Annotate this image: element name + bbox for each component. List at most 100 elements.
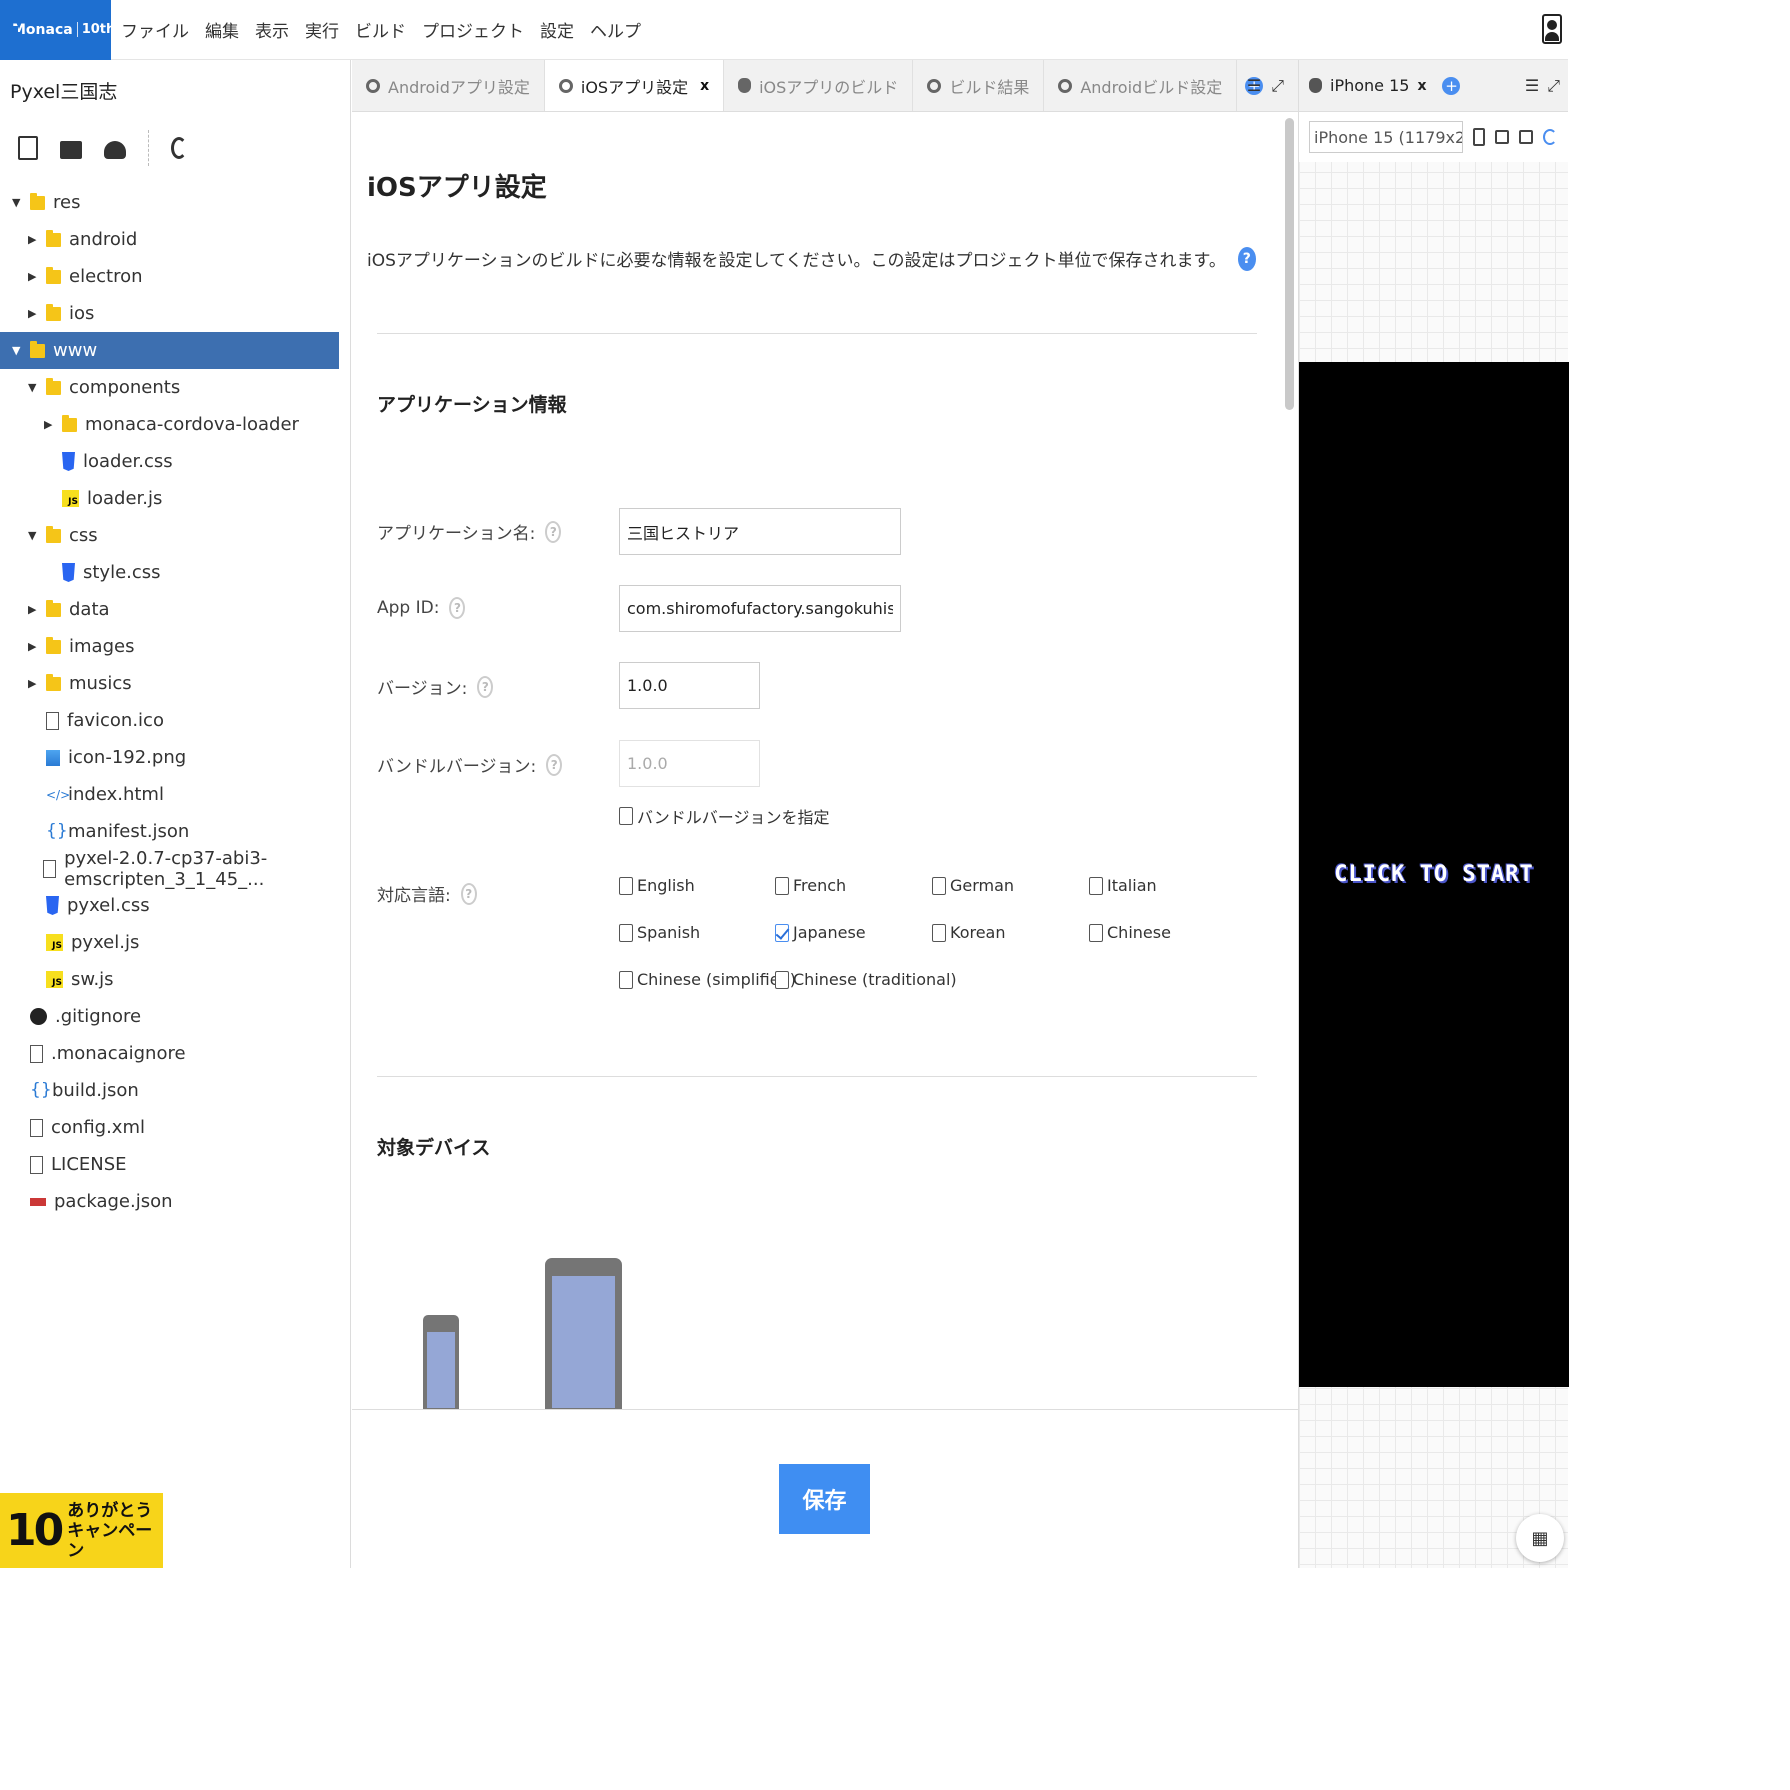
user-icon[interactable] [1542,14,1562,44]
tree-item[interactable]: ▶ electron [0,258,350,295]
editor-tab[interactable]: Androidビルド設定 [1044,60,1238,111]
checkbox-box[interactable] [1089,876,1103,895]
language-checkbox[interactable]: Chinese [1089,923,1171,942]
upload-icon[interactable] [104,141,126,159]
tree-item[interactable]: ▶ musics [0,665,350,702]
help-icon[interactable]: ? [546,753,563,776]
tree-item[interactable]: .gitignore [0,998,350,1035]
menu-item[interactable]: ビルド [355,17,406,42]
caret-right-icon[interactable]: ▶ [28,307,38,320]
menu-item[interactable]: プロジェクト [422,17,524,42]
checkbox-box[interactable] [619,970,633,989]
caret-down-icon[interactable]: ▼ [28,529,38,542]
tree-item[interactable]: </> index.html [0,776,350,813]
tree-item[interactable]: ▼ res [0,184,350,221]
tree-item[interactable]: ▼ components [0,369,350,406]
bundle-version-checkbox[interactable]: バンドルバージョンを指定 [619,804,829,828]
menu-item[interactable]: ファイル [121,17,189,42]
new-folder-icon[interactable] [60,141,82,159]
ipad-device-icon[interactable] [545,1258,622,1409]
caret-right-icon[interactable]: ▶ [44,418,54,431]
menu-item[interactable]: ヘルプ [590,17,641,42]
close-icon[interactable]: x [700,78,709,94]
language-checkbox[interactable]: French [775,876,846,895]
preview-screen[interactable]: CLICK TO START [1299,362,1569,1387]
menu-item[interactable]: 編集 [205,17,239,42]
checkbox-box[interactable] [932,923,946,942]
menu-item[interactable]: 設定 [540,17,574,42]
language-checkbox[interactable]: Italian [1089,876,1157,895]
tree-item[interactable]: ▶ android [0,221,350,258]
tree-item[interactable]: {} manifest.json [0,813,350,850]
language-checkbox[interactable]: Chinese (simplified) [619,970,796,989]
tree-item[interactable]: pyxel.js [0,924,350,961]
tree-item[interactable]: style.css [0,554,350,591]
checkbox-box[interactable] [619,923,633,942]
checkbox-box[interactable] [619,807,633,825]
content-scrollbar[interactable] [1285,118,1294,410]
monaca-logo[interactable]: Monaca 10th [0,0,115,60]
app-id-input[interactable] [619,585,901,632]
caret-right-icon[interactable]: ▶ [28,640,38,653]
tree-item[interactable]: .monacaignore [0,1035,350,1072]
tree-item[interactable]: favicon.ico [0,702,350,739]
tab-list-icon[interactable]: ☰ [1247,76,1261,96]
reload-icon[interactable] [1543,129,1557,145]
caret-right-icon[interactable]: ▶ [28,270,38,283]
version-input[interactable] [619,662,760,709]
preview-tab[interactable]: iPhone 15 x [1309,76,1426,95]
language-checkbox[interactable]: German [932,876,1014,895]
editor-tab[interactable]: Androidアプリ設定 [352,60,545,111]
caret-right-icon[interactable]: ▶ [28,233,38,246]
help-icon[interactable]: ? [460,882,477,905]
app-name-input[interactable] [619,508,901,555]
checkbox-box[interactable] [932,876,946,895]
editor-tab[interactable]: ビルド結果 [913,60,1045,111]
tree-item[interactable]: icon-192.png [0,739,350,776]
tree-item[interactable]: ▼ www [0,332,339,369]
menu-item[interactable]: 表示 [255,17,289,42]
caret-down-icon[interactable]: ▼ [12,344,22,357]
tree-item[interactable]: ▶ images [0,628,350,665]
tree-item[interactable]: ▶ monaca-cordova-loader [0,406,350,443]
checkbox-box[interactable] [619,876,633,895]
phone-orientation-icon[interactable] [1473,128,1485,146]
help-icon[interactable]: ? [449,597,466,619]
tree-item[interactable]: package.json [0,1183,350,1220]
tree-item[interactable]: ▶ ios [0,295,350,332]
language-checkbox[interactable]: Korean [932,923,1006,942]
tab-list-icon[interactable]: ☰ [1525,76,1539,96]
tree-item[interactable]: config.xml [0,1109,350,1146]
add-preview-icon[interactable]: + [1442,76,1461,95]
tree-item[interactable]: loader.js [0,480,350,517]
language-checkbox[interactable]: Spanish [619,923,700,942]
bundle-version-input[interactable] [619,740,760,787]
help-icon[interactable]: ? [545,520,562,543]
tree-item[interactable]: sw.js [0,961,350,998]
refresh-icon[interactable] [171,137,187,159]
frame-icon[interactable] [1495,130,1509,144]
close-icon[interactable]: x [1417,78,1426,94]
caret-right-icon[interactable]: ▶ [28,603,38,616]
checkbox-box[interactable] [775,970,789,989]
iphone-device-icon[interactable] [423,1315,459,1409]
qr-code-icon[interactable]: ▦ [1516,1514,1564,1562]
tree-item[interactable]: ▼ css [0,517,350,554]
help-icon[interactable]: ? [477,675,494,698]
campaign-banner[interactable]: 10 ありがとう キャンペーン [0,1493,163,1568]
device-select[interactable]: iPhone 15 (1179x2556) [1309,121,1463,153]
caret-down-icon[interactable]: ▼ [28,381,38,394]
checkbox-box[interactable] [775,923,789,942]
new-file-icon[interactable] [18,136,38,160]
help-icon[interactable]: ? [1237,246,1256,271]
tree-item[interactable]: pyxel-2.0.7-cp37-abi3-emscripten_3_1_45_… [0,848,350,890]
checkbox-box[interactable] [775,876,789,895]
language-checkbox[interactable]: English [619,876,695,895]
tree-item[interactable]: pyxel.css [0,887,350,924]
tree-item[interactable]: loader.css [0,443,350,480]
save-button[interactable]: 保存 [779,1464,870,1534]
editor-tab[interactable]: iOSアプリのビルド [724,60,914,111]
language-checkbox[interactable]: Chinese (traditional) [775,970,957,989]
menu-item[interactable]: 実行 [305,17,339,42]
caret-down-icon[interactable]: ▼ [12,196,22,209]
